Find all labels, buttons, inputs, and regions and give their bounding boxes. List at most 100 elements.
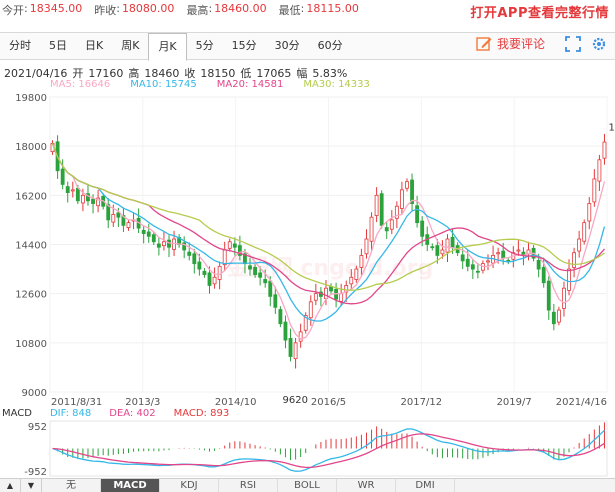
gear-icon[interactable] — [591, 36, 607, 52]
open-price: 今开:18345.00 — [2, 2, 83, 17]
candle-body — [587, 203, 592, 222]
candle-body — [369, 216, 374, 242]
candle-body — [111, 214, 116, 223]
macd-chart[interactable]: 952 -952 — [0, 418, 615, 478]
candle-body — [572, 252, 577, 268]
candle-body — [486, 260, 490, 263]
candle-body — [313, 293, 318, 301]
prev-close: 昨收:18080.00 — [94, 2, 175, 17]
tab-15min[interactable]: 15分 — [223, 33, 266, 59]
candle-body — [556, 309, 561, 323]
candle-body — [516, 249, 521, 252]
y-tick-label: 14400 — [15, 241, 47, 252]
candle-body — [577, 238, 582, 252]
candle-body — [227, 241, 232, 249]
tab-5day[interactable]: 5日 — [40, 33, 76, 59]
tab-intraday[interactable]: 分时 — [0, 33, 40, 59]
candle-body — [60, 168, 65, 185]
candle-body — [592, 178, 597, 203]
candle-body — [288, 338, 293, 357]
candle-body — [430, 246, 435, 249]
kline-chart[interactable]: 19800 18000 16200 14400 12600 10800 9000 2011/8… — [0, 88, 615, 408]
tab-weekly-k[interactable]: 周K — [112, 33, 148, 59]
candle-body — [546, 280, 551, 311]
candle-body — [258, 272, 263, 278]
tab-daily-k[interactable]: 日K — [76, 33, 112, 59]
candle-body — [465, 258, 470, 267]
tab-5min[interactable]: 5分 — [187, 33, 223, 59]
candle-body — [126, 222, 131, 228]
scroll-down-button[interactable]: ▼ — [21, 479, 42, 492]
low-price: 最低:18115.00 — [278, 2, 359, 17]
candle-body — [222, 249, 227, 266]
candle-body — [501, 250, 506, 259]
x-tick-label: 2017/12 — [401, 397, 443, 408]
candle-body — [278, 309, 283, 325]
scroll-up-button[interactable]: ▲ — [0, 479, 21, 492]
y-tick-label: 10800 — [15, 339, 47, 350]
candle-body — [187, 251, 192, 256]
tab-60min[interactable]: 60分 — [309, 33, 352, 59]
candle-body — [541, 267, 546, 284]
indicator-tab-boll[interactable]: BOLL — [278, 479, 337, 492]
comment-button[interactable]: 我要评论 — [476, 35, 545, 52]
candle-body — [75, 187, 80, 202]
y-tick-label: 19800 — [15, 93, 47, 104]
fullscreen-icon[interactable] — [565, 36, 581, 52]
y-tick-label: 9000 — [22, 388, 47, 399]
candle-body — [192, 253, 197, 265]
candle-body — [364, 238, 369, 255]
candle-body — [273, 294, 278, 308]
candle-body — [146, 231, 151, 237]
candle-body — [445, 238, 450, 253]
candle-body — [379, 193, 384, 226]
x-tick-label: 2019/7 — [497, 397, 532, 408]
indicator-tab-none[interactable]: 无 — [42, 479, 101, 492]
candle-body — [91, 198, 95, 204]
candle-body — [359, 255, 364, 268]
candle-body — [562, 287, 566, 309]
candle-body — [172, 238, 176, 250]
indicator-tab-dmi[interactable]: DMI — [396, 479, 455, 492]
x-tick-label: 2021/4/16 — [556, 397, 607, 408]
indicator-tab-wr[interactable]: WR — [337, 479, 396, 492]
candle-body — [65, 186, 70, 194]
candle-body — [207, 272, 212, 286]
candle-body — [597, 159, 602, 182]
candle-body — [70, 189, 75, 192]
y-tick-label: 12600 — [15, 290, 47, 301]
candle-body — [197, 261, 202, 270]
dea-line — [52, 433, 605, 469]
candle-body — [567, 268, 571, 291]
candle-body — [293, 342, 298, 360]
candle-body — [339, 293, 344, 302]
price-annotation: 18645 — [608, 123, 615, 134]
tab-monthly-k[interactable]: 月K — [148, 32, 187, 61]
indicator-tabs: ▲ ▼ 无 MACD KDJ RSI BOLL WR DMI — [0, 478, 615, 492]
candle-body — [308, 301, 313, 319]
candle-body — [384, 227, 389, 232]
candle-body — [349, 276, 354, 285]
candle-body — [450, 236, 455, 248]
indicator-tab-macd[interactable]: MACD — [101, 479, 160, 492]
candle-body — [374, 194, 379, 216]
candle-body — [475, 270, 480, 273]
indicator-tab-kdj[interactable]: KDJ — [160, 479, 219, 492]
x-tick-label: 2016/5 — [311, 397, 346, 408]
candle-body — [440, 249, 445, 255]
open-app-link[interactable]: 打开APP查看完整行情 — [470, 2, 609, 21]
candle-body — [151, 234, 156, 243]
candle-body — [354, 268, 359, 280]
x-tick-label: 2014/10 — [215, 397, 257, 408]
candle-body — [405, 181, 409, 189]
candle-body — [435, 245, 440, 256]
indicator-tab-rsi[interactable]: RSI — [219, 479, 278, 492]
candle-body — [389, 219, 394, 230]
candle-body — [496, 252, 501, 255]
candle-body — [470, 264, 475, 270]
candle-body — [162, 241, 166, 246]
candle-body — [248, 265, 252, 270]
tab-30min[interactable]: 30分 — [266, 33, 309, 59]
x-tick-label: 2013/3 — [125, 397, 160, 408]
candle-body — [283, 321, 288, 341]
